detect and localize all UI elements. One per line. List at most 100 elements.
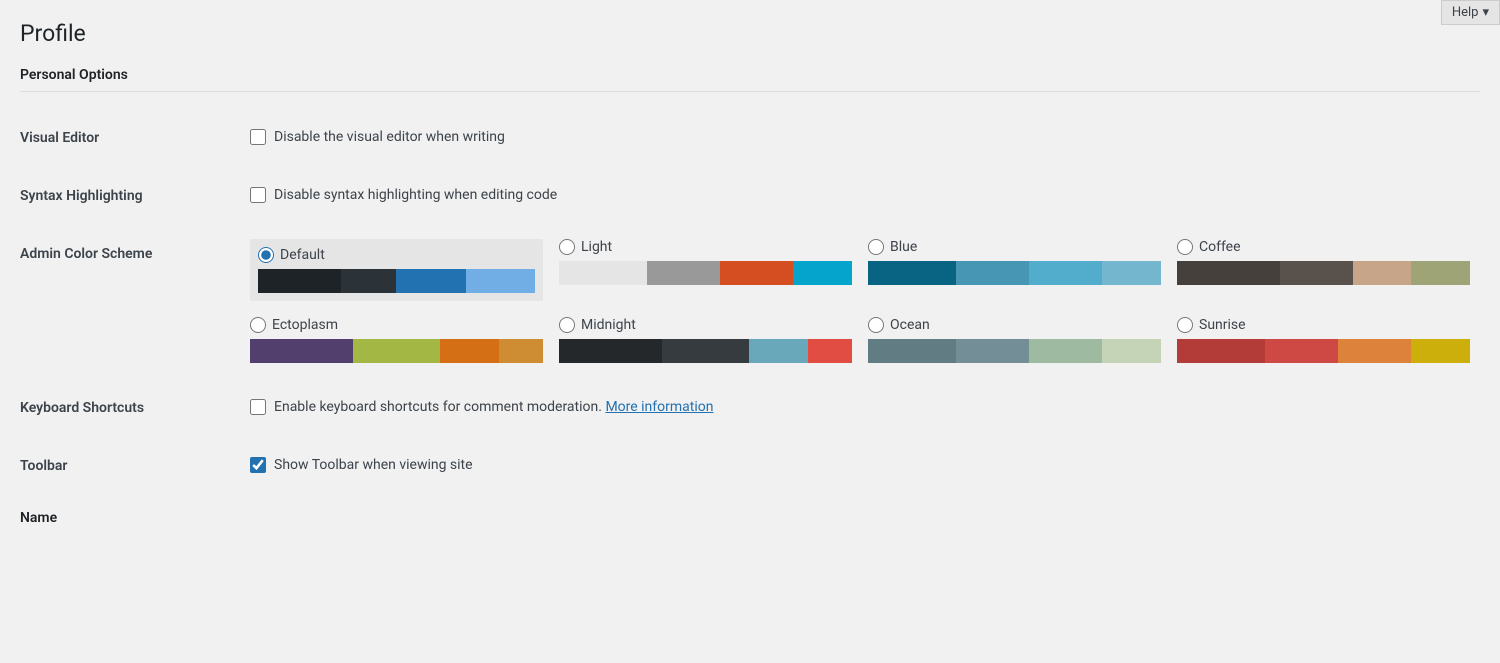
color-scheme-sunrise-name: Sunrise — [1199, 317, 1246, 333]
color-scheme-light-label[interactable]: Light — [559, 239, 852, 255]
personal-options-table: Visual Editor Disable the visual editor … — [20, 108, 1480, 494]
swatch-light-1 — [647, 261, 720, 285]
color-scheme-coffee-swatches — [1177, 261, 1470, 285]
color-scheme-ocean-label[interactable]: Ocean — [868, 317, 1161, 333]
toolbar-field: Show Toolbar when viewing site — [250, 457, 1470, 473]
swatch-ocean-0 — [868, 339, 956, 363]
swatch-midnight-0 — [559, 339, 662, 363]
swatch-ocean-2 — [1029, 339, 1102, 363]
color-scheme-default[interactable]: Default — [250, 239, 543, 301]
color-scheme-light-radio[interactable] — [559, 239, 575, 255]
swatch-ectoplasm-3 — [499, 339, 543, 363]
color-scheme-default-label[interactable]: Default — [258, 247, 535, 263]
page-title: Profile — [20, 20, 1480, 47]
color-scheme-ectoplasm-name: Ectoplasm — [272, 317, 338, 333]
color-scheme-ectoplasm-radio[interactable] — [250, 317, 266, 333]
color-scheme-sunrise-radio[interactable] — [1177, 317, 1193, 333]
syntax-highlighting-checkbox-label[interactable]: Disable syntax highlighting when editing… — [274, 187, 557, 203]
color-scheme-ectoplasm-swatches — [250, 339, 543, 363]
personal-options-heading: Personal Options — [20, 67, 1480, 92]
color-scheme-blue-radio[interactable] — [868, 239, 884, 255]
color-scheme-sunrise[interactable]: Sunrise — [1177, 317, 1470, 363]
color-scheme-coffee[interactable]: Coffee — [1177, 239, 1470, 301]
swatch-default-1 — [341, 269, 396, 293]
toolbar-checkbox[interactable] — [250, 457, 266, 473]
color-scheme-ectoplasm[interactable]: Ectoplasm — [250, 317, 543, 363]
color-scheme-midnight-name: Midnight — [581, 317, 636, 333]
color-scheme-default-name: Default — [280, 247, 325, 263]
swatch-light-3 — [793, 261, 852, 285]
syntax-highlighting-label: Syntax Highlighting — [20, 166, 240, 224]
toolbar-label: Toolbar — [20, 436, 240, 494]
color-scheme-ocean-name: Ocean — [890, 317, 930, 333]
color-scheme-default-radio[interactable] — [258, 247, 274, 263]
keyboard-shortcuts-label: Keyboard Shortcuts — [20, 378, 240, 436]
color-scheme-ocean-swatches — [868, 339, 1161, 363]
swatch-blue-0 — [868, 261, 956, 285]
visual-editor-checkbox[interactable] — [250, 129, 266, 145]
syntax-highlighting-row: Syntax Highlighting Disable syntax highl… — [20, 166, 1480, 224]
color-scheme-coffee-radio[interactable] — [1177, 239, 1193, 255]
color-scheme-ocean-radio[interactable] — [868, 317, 884, 333]
help-label: Help — [1452, 5, 1479, 20]
swatch-default-2 — [396, 269, 465, 293]
keyboard-shortcuts-field: Enable keyboard shortcuts for comment mo… — [250, 399, 1470, 415]
swatch-blue-1 — [956, 261, 1029, 285]
visual-editor-row: Visual Editor Disable the visual editor … — [20, 108, 1480, 166]
color-scheme-coffee-name: Coffee — [1199, 239, 1241, 255]
swatch-default-3 — [466, 269, 535, 293]
admin-color-scheme-row: Admin Color Scheme Default Light Blue Coffe… — [20, 224, 1480, 378]
keyboard-shortcuts-more-info-link[interactable]: More information — [605, 399, 713, 415]
color-scheme-sunrise-swatches — [1177, 339, 1470, 363]
swatch-midnight-2 — [749, 339, 808, 363]
color-scheme-sunrise-label[interactable]: Sunrise — [1177, 317, 1470, 333]
toolbar-checkbox-label[interactable]: Show Toolbar when viewing site — [274, 457, 473, 473]
color-scheme-default-swatches — [258, 269, 535, 293]
color-scheme-ectoplasm-label[interactable]: Ectoplasm — [250, 317, 543, 333]
help-chevron-icon: ▾ — [1482, 5, 1489, 20]
syntax-highlighting-field: Disable syntax highlighting when editing… — [250, 187, 1470, 203]
color-scheme-blue[interactable]: Blue — [868, 239, 1161, 301]
keyboard-shortcuts-checkbox-label[interactable]: Enable keyboard shortcuts for comment mo… — [274, 399, 713, 415]
swatch-sunrise-2 — [1338, 339, 1411, 363]
color-scheme-midnight-swatches — [559, 339, 852, 363]
color-scheme-midnight-radio[interactable] — [559, 317, 575, 333]
syntax-highlighting-checkbox[interactable] — [250, 187, 266, 203]
keyboard-shortcuts-checkbox[interactable] — [250, 399, 266, 415]
color-scheme-midnight[interactable]: Midnight — [559, 317, 852, 363]
keyboard-shortcuts-row: Keyboard Shortcuts Enable keyboard short… — [20, 378, 1480, 436]
color-scheme-blue-label[interactable]: Blue — [868, 239, 1161, 255]
color-scheme-ocean[interactable]: Ocean — [868, 317, 1161, 363]
color-scheme-blue-swatches — [868, 261, 1161, 285]
swatch-coffee-0 — [1177, 261, 1280, 285]
visual-editor-field: Disable the visual editor when writing — [250, 129, 1470, 145]
visual-editor-checkbox-label[interactable]: Disable the visual editor when writing — [274, 129, 505, 145]
visual-editor-label: Visual Editor — [20, 108, 240, 166]
swatch-light-2 — [720, 261, 793, 285]
swatch-ectoplasm-0 — [250, 339, 353, 363]
swatch-sunrise-3 — [1411, 339, 1470, 363]
color-scheme-light-name: Light — [581, 239, 612, 255]
swatch-midnight-1 — [662, 339, 750, 363]
swatch-coffee-2 — [1353, 261, 1412, 285]
swatch-coffee-1 — [1280, 261, 1353, 285]
color-scheme-light-swatches — [559, 261, 852, 285]
help-button[interactable]: Help ▾ — [1441, 0, 1500, 25]
name-section-heading: Name — [20, 494, 1480, 534]
color-scheme-midnight-label[interactable]: Midnight — [559, 317, 852, 333]
toolbar-row: Toolbar Show Toolbar when viewing site — [20, 436, 1480, 494]
swatch-ectoplasm-1 — [353, 339, 441, 363]
swatch-ocean-1 — [956, 339, 1029, 363]
color-scheme-blue-name: Blue — [890, 239, 917, 255]
swatch-ectoplasm-2 — [440, 339, 499, 363]
swatch-sunrise-0 — [1177, 339, 1265, 363]
color-scheme-light[interactable]: Light — [559, 239, 852, 301]
swatch-light-0 — [559, 261, 647, 285]
swatch-sunrise-1 — [1265, 339, 1338, 363]
color-scheme-coffee-label[interactable]: Coffee — [1177, 239, 1470, 255]
swatch-ocean-3 — [1102, 339, 1161, 363]
swatch-coffee-3 — [1411, 261, 1470, 285]
color-scheme-grid: Default Light Blue Coffee Ectoplasm Midnight O… — [250, 239, 1470, 363]
admin-color-scheme-label: Admin Color Scheme — [20, 224, 240, 378]
swatch-blue-3 — [1102, 261, 1161, 285]
